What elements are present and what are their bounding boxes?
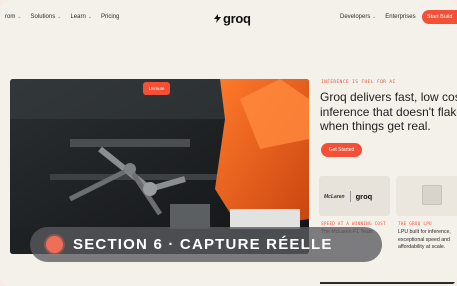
nav-item-pricing[interactable]: Pricing: [101, 14, 119, 20]
section-overlay-badge: SECTION 6 · CAPTURE RÉELLE: [30, 227, 382, 262]
unmute-button[interactable]: Unmute: [143, 82, 170, 95]
groq-logo[interactable]: groq: [214, 11, 251, 26]
hero-headline: Groq delivers fast, low cost inference t…: [320, 90, 457, 133]
card-desc-lpu: LPU built for inference, exceptional spe…: [398, 229, 451, 250]
logo-divider: [349, 191, 351, 202]
chevron-down-icon: ⌄: [57, 14, 62, 20]
record-dot-icon: [46, 236, 63, 253]
lpu-card[interactable]: [396, 176, 457, 216]
chevron-down-icon: ⌄: [372, 14, 377, 20]
card-tag-lpu: THE GROQ LPU: [398, 221, 432, 226]
card-tag-speed: SPEED AT A WINNING COST: [321, 221, 386, 226]
chevron-down-icon: ⌄: [17, 14, 22, 20]
nav-item-solutions[interactable]: Solutions ⌄: [31, 14, 62, 20]
divider: [320, 282, 457, 284]
bolt-icon: [214, 14, 221, 23]
overlay-label: SECTION 6 · CAPTURE RÉELLE: [73, 236, 333, 253]
partner-logos: McLaren groq: [324, 191, 372, 202]
mclaren-card[interactable]: McLaren groq: [319, 176, 390, 216]
nav-item-developers[interactable]: Developers ⌄: [340, 14, 376, 20]
hero-eyebrow: INFERENCE IS FUEL FOR AI: [321, 80, 396, 85]
page-frame: rom ⌄ Solutions ⌄ Learn ⌄ Pricing groq Deve…: [0, 0, 457, 286]
nav-right: Developers ⌄ Enterprises: [340, 14, 416, 20]
logo-text: groq: [223, 11, 251, 26]
top-nav: rom ⌄ Solutions ⌄ Learn ⌄ Pricing groq Deve…: [0, 0, 457, 36]
nav-item-enterprises[interactable]: Enterprises: [385, 14, 415, 20]
nav-left: rom ⌄ Solutions ⌄ Learn ⌄ Pricing: [5, 14, 119, 20]
groq-logo-small: groq: [355, 192, 373, 201]
lpu-chip-image: [422, 185, 442, 205]
mclaren-logo: McLaren: [324, 193, 345, 200]
start-building-button[interactable]: Start Build: [422, 10, 457, 24]
chevron-down-icon: ⌄: [87, 14, 92, 20]
nav-item-platform[interactable]: rom ⌄: [5, 14, 22, 20]
nav-item-learn[interactable]: Learn ⌄: [70, 14, 92, 20]
get-started-button[interactable]: Get Started: [321, 143, 362, 157]
